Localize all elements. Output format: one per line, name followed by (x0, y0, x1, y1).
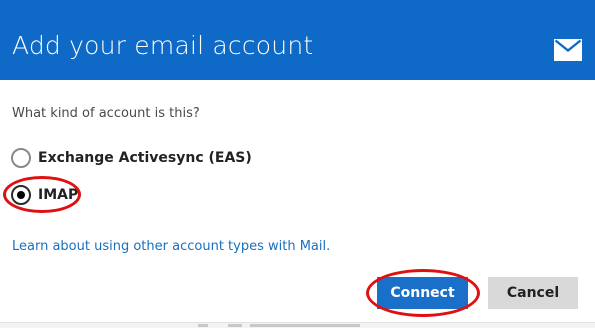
add-email-account-dialog: Add your email account What kind of acco… (0, 0, 595, 328)
dialog-header: Add your email account (0, 0, 595, 80)
cancel-button[interactable]: Cancel (488, 277, 578, 309)
radio-button-eas[interactable] (11, 148, 31, 168)
imap-annotation-circle (3, 176, 81, 213)
account-type-question: What kind of account is this? (12, 106, 200, 121)
background-window-edge (0, 322, 595, 328)
connect-annotation-circle (366, 269, 480, 317)
radio-option-eas[interactable]: Exchange Activesync (EAS) (11, 146, 252, 170)
learn-more-link[interactable]: Learn about using other account types wi… (12, 239, 330, 254)
dialog-title: Add your email account (12, 31, 314, 60)
radio-label-eas: Exchange Activesync (EAS) (38, 150, 252, 166)
envelope-icon (554, 39, 582, 61)
